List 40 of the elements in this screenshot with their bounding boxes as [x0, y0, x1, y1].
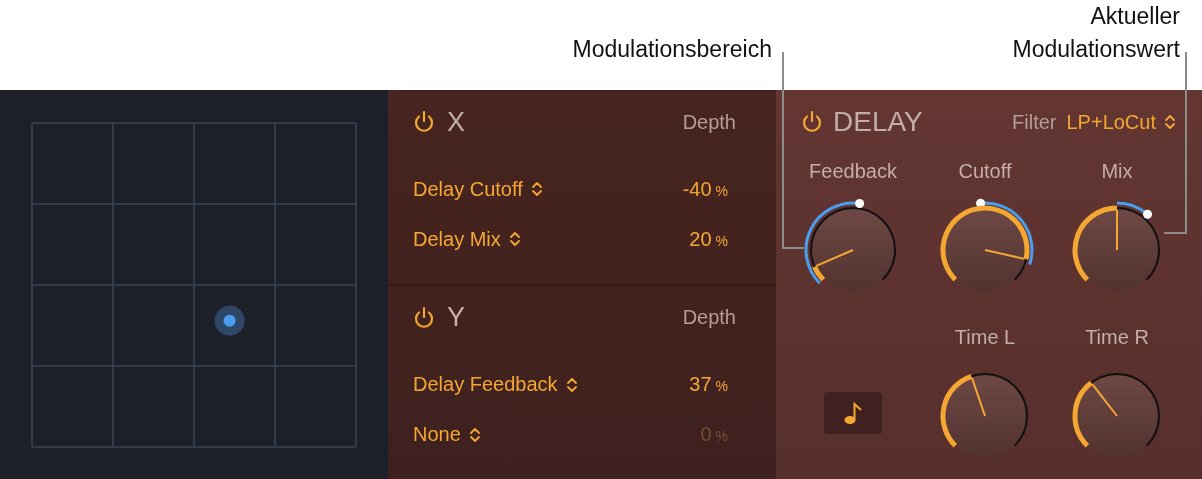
- chevron-icon: [508, 230, 521, 248]
- target-dropdown[interactable]: Delay Feedback: [413, 373, 578, 396]
- modulation-dot[interactable]: [1143, 209, 1152, 219]
- target-dropdown[interactable]: Delay Mix: [413, 227, 521, 251]
- section-title: DELAY: [833, 106, 923, 138]
- callout-label: Aktueller Modulationswert: [1012, 2, 1180, 64]
- depth-value[interactable]: -40: [682, 177, 712, 201]
- unit-label: %: [715, 428, 728, 444]
- pad-handle[interactable]: [214, 305, 245, 336]
- sync-button[interactable]: [824, 392, 882, 434]
- modulation-dot[interactable]: [976, 198, 986, 208]
- chevron-icon: [468, 425, 481, 444]
- power-icon[interactable]: [413, 110, 435, 134]
- depth-value[interactable]: 37: [689, 373, 712, 396]
- knob-label: Feedback: [809, 159, 897, 183]
- knob-label: Cutoff: [958, 159, 1012, 183]
- callout-label: Modulationsbereich: [572, 35, 772, 64]
- chevron-icon: [565, 375, 578, 394]
- value-arc: [1072, 380, 1093, 448]
- filter-dropdown[interactable]: LP+LoCut: [1066, 110, 1176, 134]
- filter-label: Filter: [1012, 110, 1057, 134]
- unit-label: %: [715, 378, 728, 394]
- chevron-icon: [1164, 113, 1176, 131]
- modulation-dot[interactable]: [855, 198, 865, 208]
- power-icon[interactable]: [801, 110, 823, 134]
- knob-label: Time L: [954, 325, 1016, 349]
- unit-label: %: [715, 232, 728, 249]
- depth-label: Depth: [682, 110, 736, 134]
- unit-label: %: [715, 182, 728, 199]
- power-icon[interactable]: [413, 305, 435, 330]
- depth-value[interactable]: 20: [689, 227, 712, 251]
- section-title: X: [447, 106, 465, 138]
- section-title: Y: [447, 302, 465, 333]
- music-note-icon: [843, 401, 863, 425]
- value-arc: [812, 265, 826, 282]
- knob-label: Mix: [1101, 159, 1133, 183]
- chevron-icon: [530, 180, 543, 198]
- knob-label: Time R: [1085, 325, 1149, 349]
- depth-label: Depth: [682, 306, 736, 329]
- target-dropdown[interactable]: Delay Cutoff: [413, 177, 543, 201]
